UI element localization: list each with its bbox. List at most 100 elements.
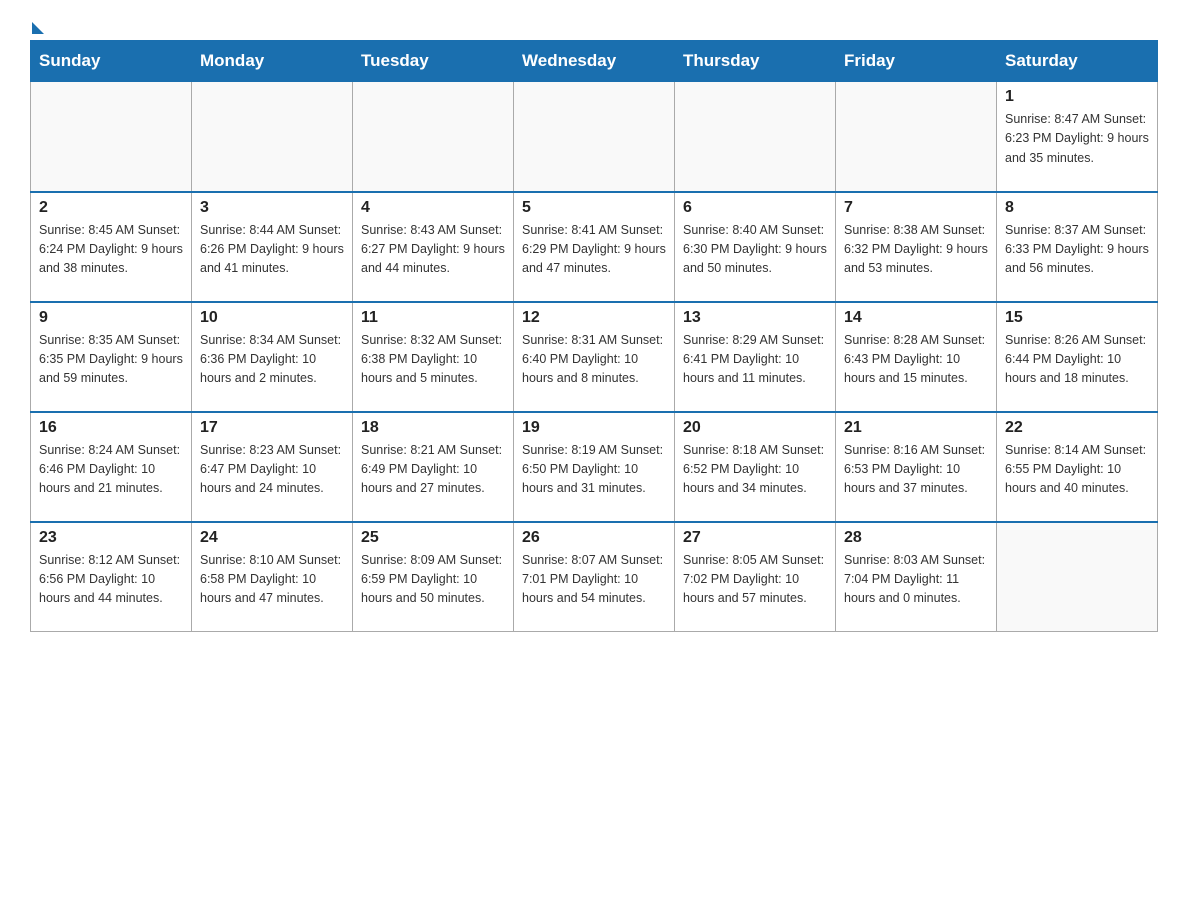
calendar-week-2: 2 Sunrise: 8:45 AM Sunset: 6:24 PM Daylig… (31, 192, 1158, 302)
weekday-header-monday: Monday (192, 41, 353, 82)
weekday-header-sunday: Sunday (31, 41, 192, 82)
day-number: 3 (200, 199, 344, 217)
weekday-header-friday: Friday (836, 41, 997, 82)
calendar-week-4: 16 Sunrise: 8:24 AM Sunset: 6:46 PM Dayli… (31, 412, 1158, 522)
calendar-week-5: 23 Sunrise: 8:12 AM Sunset: 6:56 PM Dayli… (31, 522, 1158, 632)
day-info: Sunrise: 8:21 AM Sunset: 6:49 PM Dayligh… (361, 441, 505, 499)
day-number: 26 (522, 529, 666, 547)
day-info: Sunrise: 8:19 AM Sunset: 6:50 PM Dayligh… (522, 441, 666, 499)
day-info: Sunrise: 8:45 AM Sunset: 6:24 PM Dayligh… (39, 221, 183, 279)
calendar-cell: 4 Sunrise: 8:43 AM Sunset: 6:27 PM Daylig… (353, 192, 514, 302)
day-info: Sunrise: 8:29 AM Sunset: 6:41 PM Dayligh… (683, 331, 827, 389)
calendar-cell: 6 Sunrise: 8:40 AM Sunset: 6:30 PM Daylig… (675, 192, 836, 302)
day-info: Sunrise: 8:28 AM Sunset: 6:43 PM Dayligh… (844, 331, 988, 389)
day-number: 13 (683, 309, 827, 327)
calendar-cell: 14Sunrise: 8:28 AM Sunset: 6:43 PM Dayli… (836, 302, 997, 412)
day-number: 9 (39, 309, 183, 327)
day-number: 18 (361, 419, 505, 437)
day-info: Sunrise: 8:24 AM Sunset: 6:46 PM Dayligh… (39, 441, 183, 499)
day-info: Sunrise: 8:09 AM Sunset: 6:59 PM Dayligh… (361, 551, 505, 609)
day-info: Sunrise: 8:32 AM Sunset: 6:38 PM Dayligh… (361, 331, 505, 389)
calendar-cell: 27 Sunrise: 8:05 AM Sunset: 7:02 PM Dayli… (675, 522, 836, 632)
calendar-week-1: 1Sunrise: 8:47 AM Sunset: 6:23 PM Daylig… (31, 82, 1158, 192)
calendar-header-row: SundayMondayTuesdayWednesdayThursdayFrid… (31, 41, 1158, 82)
day-number: 2 (39, 199, 183, 217)
calendar-cell: 26 Sunrise: 8:07 AM Sunset: 7:01 PM Dayli… (514, 522, 675, 632)
calendar-cell: 20 Sunrise: 8:18 AM Sunset: 6:52 PM Dayli… (675, 412, 836, 522)
day-info: Sunrise: 8:35 AM Sunset: 6:35 PM Dayligh… (39, 331, 183, 389)
calendar-cell (997, 522, 1158, 632)
day-number: 7 (844, 199, 988, 217)
day-info: Sunrise: 8:10 AM Sunset: 6:58 PM Dayligh… (200, 551, 344, 609)
day-number: 6 (683, 199, 827, 217)
calendar-cell: 16 Sunrise: 8:24 AM Sunset: 6:46 PM Dayli… (31, 412, 192, 522)
day-number: 4 (361, 199, 505, 217)
day-number: 27 (683, 529, 827, 547)
calendar-cell: 23 Sunrise: 8:12 AM Sunset: 6:56 PM Dayli… (31, 522, 192, 632)
calendar-cell (836, 82, 997, 192)
calendar-cell: 13 Sunrise: 8:29 AM Sunset: 6:41 PM Dayli… (675, 302, 836, 412)
day-number: 11 (361, 309, 505, 327)
calendar-cell: 2 Sunrise: 8:45 AM Sunset: 6:24 PM Daylig… (31, 192, 192, 302)
page-header (30, 20, 1158, 30)
day-number: 17 (200, 419, 344, 437)
calendar-cell (514, 82, 675, 192)
day-info: Sunrise: 8:43 AM Sunset: 6:27 PM Dayligh… (361, 221, 505, 279)
day-info: Sunrise: 8:23 AM Sunset: 6:47 PM Dayligh… (200, 441, 344, 499)
day-number: 16 (39, 419, 183, 437)
day-number: 19 (522, 419, 666, 437)
day-number: 28 (844, 529, 988, 547)
calendar-cell: 10 Sunrise: 8:34 AM Sunset: 6:36 PM Dayli… (192, 302, 353, 412)
day-info: Sunrise: 8:07 AM Sunset: 7:01 PM Dayligh… (522, 551, 666, 609)
day-number: 21 (844, 419, 988, 437)
day-info: Sunrise: 8:44 AM Sunset: 6:26 PM Dayligh… (200, 221, 344, 279)
day-number: 20 (683, 419, 827, 437)
calendar-cell: 5Sunrise: 8:41 AM Sunset: 6:29 PM Daylig… (514, 192, 675, 302)
day-number: 25 (361, 529, 505, 547)
calendar-week-3: 9 Sunrise: 8:35 AM Sunset: 6:35 PM Daylig… (31, 302, 1158, 412)
calendar-cell: 15Sunrise: 8:26 AM Sunset: 6:44 PM Dayli… (997, 302, 1158, 412)
calendar-cell: 3 Sunrise: 8:44 AM Sunset: 6:26 PM Daylig… (192, 192, 353, 302)
day-number: 22 (1005, 419, 1149, 437)
calendar-cell (353, 82, 514, 192)
calendar-cell: 19 Sunrise: 8:19 AM Sunset: 6:50 PM Dayli… (514, 412, 675, 522)
day-number: 12 (522, 309, 666, 327)
calendar-cell (31, 82, 192, 192)
day-info: Sunrise: 8:12 AM Sunset: 6:56 PM Dayligh… (39, 551, 183, 609)
day-info: Sunrise: 8:40 AM Sunset: 6:30 PM Dayligh… (683, 221, 827, 279)
calendar-cell: 24 Sunrise: 8:10 AM Sunset: 6:58 PM Dayli… (192, 522, 353, 632)
day-number: 10 (200, 309, 344, 327)
weekday-header-saturday: Saturday (997, 41, 1158, 82)
day-number: 23 (39, 529, 183, 547)
day-info: Sunrise: 8:31 AM Sunset: 6:40 PM Dayligh… (522, 331, 666, 389)
calendar-cell: 21 Sunrise: 8:16 AM Sunset: 6:53 PM Dayli… (836, 412, 997, 522)
day-info: Sunrise: 8:37 AM Sunset: 6:33 PM Dayligh… (1005, 221, 1149, 279)
calendar-table: SundayMondayTuesdayWednesdayThursdayFrid… (30, 40, 1158, 632)
calendar-cell: 12 Sunrise: 8:31 AM Sunset: 6:40 PM Dayli… (514, 302, 675, 412)
calendar-cell: 17 Sunrise: 8:23 AM Sunset: 6:47 PM Dayli… (192, 412, 353, 522)
calendar-cell: 18 Sunrise: 8:21 AM Sunset: 6:49 PM Dayli… (353, 412, 514, 522)
day-info: Sunrise: 8:34 AM Sunset: 6:36 PM Dayligh… (200, 331, 344, 389)
calendar-cell: 9 Sunrise: 8:35 AM Sunset: 6:35 PM Daylig… (31, 302, 192, 412)
day-info: Sunrise: 8:38 AM Sunset: 6:32 PM Dayligh… (844, 221, 988, 279)
day-info: Sunrise: 8:26 AM Sunset: 6:44 PM Dayligh… (1005, 331, 1149, 389)
calendar-cell: 25 Sunrise: 8:09 AM Sunset: 6:59 PM Dayli… (353, 522, 514, 632)
day-info: Sunrise: 8:14 AM Sunset: 6:55 PM Dayligh… (1005, 441, 1149, 499)
weekday-header-wednesday: Wednesday (514, 41, 675, 82)
day-number: 8 (1005, 199, 1149, 217)
day-info: Sunrise: 8:05 AM Sunset: 7:02 PM Dayligh… (683, 551, 827, 609)
logo-triangle-icon (32, 22, 44, 34)
day-number: 24 (200, 529, 344, 547)
calendar-cell (192, 82, 353, 192)
day-info: Sunrise: 8:18 AM Sunset: 6:52 PM Dayligh… (683, 441, 827, 499)
day-info: Sunrise: 8:16 AM Sunset: 6:53 PM Dayligh… (844, 441, 988, 499)
calendar-cell: 11 Sunrise: 8:32 AM Sunset: 6:38 PM Dayli… (353, 302, 514, 412)
calendar-cell (675, 82, 836, 192)
logo (30, 20, 44, 30)
weekday-header-thursday: Thursday (675, 41, 836, 82)
day-number: 5 (522, 199, 666, 217)
day-info: Sunrise: 8:47 AM Sunset: 6:23 PM Dayligh… (1005, 110, 1149, 168)
calendar-cell: 22 Sunrise: 8:14 AM Sunset: 6:55 PM Dayli… (997, 412, 1158, 522)
calendar-cell: 8 Sunrise: 8:37 AM Sunset: 6:33 PM Daylig… (997, 192, 1158, 302)
day-info: Sunrise: 8:03 AM Sunset: 7:04 PM Dayligh… (844, 551, 988, 609)
